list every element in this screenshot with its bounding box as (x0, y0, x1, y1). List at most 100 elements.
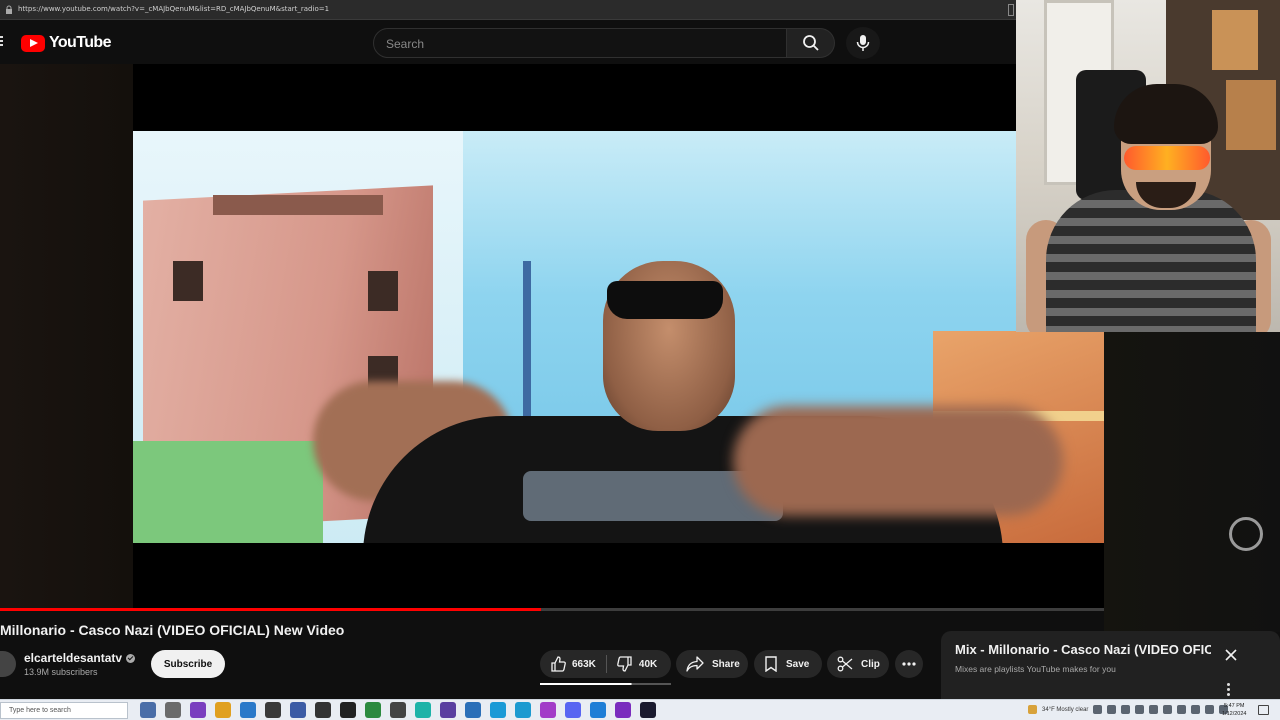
more-icon (902, 662, 916, 666)
webcam-overlay (1016, 0, 1280, 332)
like-dislike-group: 663K 40K (540, 650, 671, 678)
mix-title[interactable]: Mix - Millonario - Casco Nazi (VIDEO OFI… (955, 642, 1211, 657)
webcam-box (1226, 80, 1276, 150)
lock-icon (6, 5, 12, 14)
taskbar-app-icon[interactable] (615, 702, 631, 718)
channel-name-text[interactable]: elcarteldesantatv (24, 651, 122, 665)
taskbar-app-icon[interactable] (240, 702, 256, 718)
taskbar-app-icon[interactable] (640, 702, 656, 718)
search-button[interactable] (787, 28, 835, 58)
thumbs-up-icon (551, 656, 566, 672)
taskbar-app-icon[interactable] (590, 702, 606, 718)
ambient-glow-right (1104, 332, 1280, 632)
clip-label: Clip (861, 658, 880, 670)
taskbar-app-icon[interactable] (290, 702, 306, 718)
kebab-icon[interactable] (1227, 683, 1231, 697)
taskbar-app-icon[interactable] (515, 702, 531, 718)
tray-icon[interactable] (1163, 705, 1173, 714)
url-text[interactable]: https://www.youtube.com/watch?v=_cMAJbQe… (18, 5, 329, 13)
tray-icon[interactable] (1205, 705, 1215, 714)
taskbar-app-icon[interactable] (465, 702, 481, 718)
scene-window (173, 261, 203, 301)
scene-sunglasses (607, 281, 723, 319)
weather-icon[interactable] (1028, 705, 1037, 714)
taskbar-app-icon[interactable] (565, 702, 581, 718)
subscriber-count: 13.9M subscribers (24, 667, 98, 677)
more-actions-button[interactable] (895, 650, 923, 678)
search-icon (802, 35, 819, 51)
taskbar-app-icon[interactable] (140, 702, 156, 718)
save-button[interactable]: Save (754, 650, 822, 678)
like-ratio-bar (540, 683, 671, 685)
tray-icon[interactable] (1107, 705, 1117, 714)
avatar[interactable] (0, 651, 16, 677)
system-tray: 34°F Mostly clear (1028, 705, 1229, 714)
share-button[interactable]: Share (676, 650, 748, 678)
webcam-shirt (1046, 190, 1256, 332)
webcam-hair (1114, 84, 1218, 144)
taskbar-app-icon[interactable] (340, 702, 356, 718)
taskbar-app-icon[interactable] (215, 702, 231, 718)
taskbar-app-icon[interactable] (390, 702, 406, 718)
tray-icon[interactable] (1177, 705, 1187, 714)
dislike-button[interactable]: 40K (607, 650, 667, 678)
taskbar-app-icon[interactable] (490, 702, 506, 718)
like-count: 663K (572, 658, 596, 670)
video-frame[interactable] (133, 131, 1104, 543)
taskbar-app-icon[interactable] (365, 702, 381, 718)
tray-icon[interactable] (1093, 705, 1103, 714)
notification-icon[interactable] (1258, 705, 1269, 715)
like-button[interactable]: 663K (540, 650, 606, 678)
browser-address-bar[interactable]: https://www.youtube.com/watch?v=_cMAJbQe… (0, 0, 1016, 20)
taskbar-app-icon[interactable] (190, 702, 206, 718)
mix-subtitle: Mixes are playlists YouTube makes for yo… (955, 664, 1116, 674)
taskbar-clock[interactable]: 5:47 PM 1/12/2024 (1222, 702, 1246, 718)
dislike-count: 40K (638, 658, 658, 670)
tray-icon[interactable] (1149, 705, 1159, 714)
scene-roof (213, 195, 383, 215)
taskbar-search[interactable]: Type here to search (0, 702, 128, 719)
window-button[interactable] (1008, 4, 1014, 16)
youtube-logo[interactable]: YouTube (21, 34, 111, 52)
webcam-goggles (1124, 146, 1210, 170)
mic-icon (856, 35, 870, 51)
mix-playlist-panel[interactable]: Mix - Millonario - Casco Nazi (VIDEO OFI… (941, 631, 1280, 699)
channel-name[interactable]: elcarteldesantatv (24, 651, 136, 665)
search-placeholder: Search (386, 37, 425, 51)
scene-grass (133, 441, 323, 543)
clip-button[interactable]: Clip (827, 650, 889, 678)
taskbar-app-icon[interactable] (540, 702, 556, 718)
taskbar-apps (140, 702, 656, 718)
bookmark-icon (765, 656, 777, 672)
clock-time: 5:47 PM (1223, 703, 1245, 709)
taskbar-app-icon[interactable] (415, 702, 431, 718)
share-icon (686, 656, 704, 672)
youtube-logo-icon (21, 34, 45, 52)
taskbar-app-icon[interactable] (165, 702, 181, 718)
save-label: Save (786, 658, 810, 670)
close-icon[interactable] (1223, 647, 1239, 663)
logo-text: YouTube (49, 34, 111, 51)
tray-icon[interactable] (1135, 705, 1145, 714)
taskbar-app-icon[interactable] (265, 702, 281, 718)
masthead: YouTube Search (0, 20, 1016, 64)
share-label: Share (712, 658, 740, 670)
clock-date: 1/12/2024 (1222, 711, 1247, 717)
taskbar-search-placeholder: Type here to search (9, 707, 71, 714)
taskbar-app-icon[interactable] (315, 702, 331, 718)
search-input[interactable]: Search (373, 28, 787, 58)
subscribe-button[interactable]: Subscribe (151, 650, 225, 678)
progress-bar[interactable] (0, 608, 1104, 611)
menu-icon[interactable] (0, 36, 3, 48)
taskbar: Type here to search 34°F Mostly clear 5:… (0, 699, 1280, 720)
weather-text[interactable]: 34°F Mostly clear (1042, 707, 1088, 713)
tray-icon[interactable] (1121, 705, 1131, 714)
voice-search-button[interactable] (846, 27, 880, 59)
scene-arm (733, 406, 1063, 516)
verified-icon (126, 653, 136, 663)
taskbar-app-icon[interactable] (440, 702, 456, 718)
tray-icon[interactable] (1191, 705, 1201, 714)
ambient-glow-left (0, 64, 133, 610)
stream-overlay-logo-icon (1229, 517, 1263, 551)
video-title: Millonario - Casco Nazi (VIDEO OFICIAL) … (0, 622, 345, 638)
